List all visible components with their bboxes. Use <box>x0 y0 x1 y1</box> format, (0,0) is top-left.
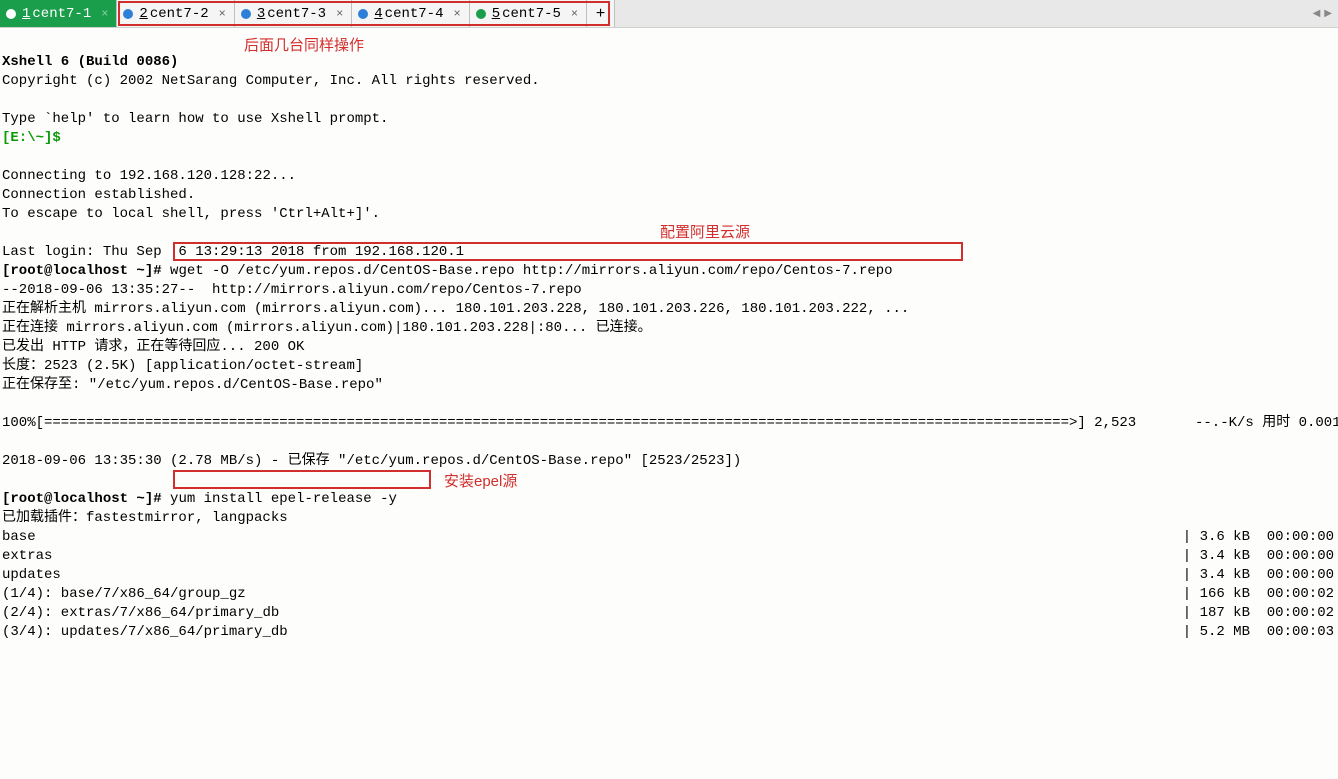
close-icon[interactable]: × <box>336 7 343 21</box>
tab-cent7-3[interactable]: 3 cent7-3 × <box>235 0 352 27</box>
progress-bar: 100%[===================================… <box>2 415 1338 431</box>
yum-row: base| 3.6 kB 00:00:00 <box>2 528 1334 547</box>
tab-number: 1 <box>22 6 30 22</box>
tab-label: cent7-2 <box>150 6 209 22</box>
last-login-text: Last login: Thu Sep 6 13:29:13 2018 from… <box>2 244 464 260</box>
http-ok-text: 已发出 HTTP 请求，正在等待回应... 200 OK <box>2 339 304 355</box>
saved-text: 2018-09-06 13:35:30 (2.78 MB/s) - 已保存 "/… <box>2 453 741 469</box>
annotation-epel-note: 安装epel源 <box>444 472 517 491</box>
tab-number: 2 <box>139 6 147 22</box>
root-prompt: [root@localhost ~]# <box>2 491 162 507</box>
terminal-output[interactable]: Xshell 6 (Build 0086) Copyright (c) 2002… <box>0 28 1338 779</box>
root-prompt: [root@localhost ~]# <box>2 263 162 279</box>
length-text: 长度：2523 (2.5K) [application/octet-stream… <box>2 358 363 374</box>
copyright-text: Copyright (c) 2002 NetSarang Computer, I… <box>2 73 540 89</box>
yum-row: (2/4): extras/7/x86_64/primary_db| 187 k… <box>2 604 1334 623</box>
status-dot-icon <box>6 9 16 19</box>
tab-cent7-5[interactable]: 5 cent7-5 × <box>470 0 587 27</box>
tab-label: cent7-4 <box>385 6 444 22</box>
tab-cent7-4[interactable]: 4 cent7-4 × <box>352 0 469 27</box>
scroll-left-icon[interactable]: ◀ <box>1313 8 1321 20</box>
tab-bar: 1 cent7-1 × 2 cent7-2 × 3 cent7-3 × 4 ce… <box>0 0 1338 28</box>
wget-command: wget -O /etc/yum.repos.d/CentOS-Base.rep… <box>170 263 893 279</box>
status-dot-icon <box>123 9 133 19</box>
tab-label: cent7-5 <box>502 6 561 22</box>
tab-number: 3 <box>257 6 265 22</box>
status-dot-icon <box>358 9 368 19</box>
yum-row: (1/4): base/7/x86_64/group_gz| 166 kB 00… <box>2 585 1334 604</box>
tab-scroll-arrows: ◀ ▶ <box>1313 0 1338 27</box>
yum-row: (3/4): updates/7/x86_64/primary_db| 5.2 … <box>2 623 1334 642</box>
established-text: Connection established. <box>2 187 195 203</box>
connect-text: 正在连接 mirrors.aliyun.com (mirrors.aliyun.… <box>2 320 652 336</box>
close-icon[interactable]: × <box>453 7 460 21</box>
annotation-aliyun-note: 配置阿里云源 <box>660 223 750 242</box>
wget-start: --2018-09-06 13:35:27-- http://mirrors.a… <box>2 282 582 298</box>
loaded-plugins: 已加载插件：fastestmirror, langpacks <box>2 510 288 526</box>
close-icon[interactable]: × <box>219 7 226 21</box>
tab-cent7-2[interactable]: 2 cent7-2 × <box>117 0 234 27</box>
yum-row: updates| 3.4 kB 00:00:00 <box>2 566 1334 585</box>
tab-label: cent7-3 <box>267 6 326 22</box>
plus-icon: + <box>596 5 606 23</box>
tab-label: cent7-1 <box>32 6 91 22</box>
yum-command: yum install epel-release -y <box>170 491 397 507</box>
annotation-box-yum <box>173 470 431 489</box>
annotation-tabs-note: 后面几台同样操作 <box>244 36 364 55</box>
new-tab-button[interactable]: + <box>587 0 615 27</box>
resolve-text: 正在解析主机 mirrors.aliyun.com (mirrors.aliyu… <box>2 301 909 317</box>
scroll-right-icon[interactable]: ▶ <box>1324 8 1332 20</box>
close-icon[interactable]: × <box>101 7 108 21</box>
status-dot-icon <box>241 9 251 19</box>
app-header: Xshell 6 (Build 0086) <box>2 54 178 70</box>
escape-text: To escape to local shell, press 'Ctrl+Al… <box>2 206 380 222</box>
tab-number: 4 <box>374 6 382 22</box>
help-text: Type `help' to learn how to use Xshell p… <box>2 111 388 127</box>
tab-number: 5 <box>492 6 500 22</box>
status-dot-icon <box>476 9 486 19</box>
yum-row: extras| 3.4 kB 00:00:00 <box>2 547 1334 566</box>
local-prompt: [E:\~]$ <box>2 130 61 146</box>
close-icon[interactable]: × <box>571 7 578 21</box>
connecting-text: Connecting to 192.168.120.128:22... <box>2 168 296 184</box>
tab-cent7-1[interactable]: 1 cent7-1 × <box>0 0 117 27</box>
saving-text: 正在保存至: "/etc/yum.repos.d/CentOS-Base.rep… <box>2 377 383 393</box>
